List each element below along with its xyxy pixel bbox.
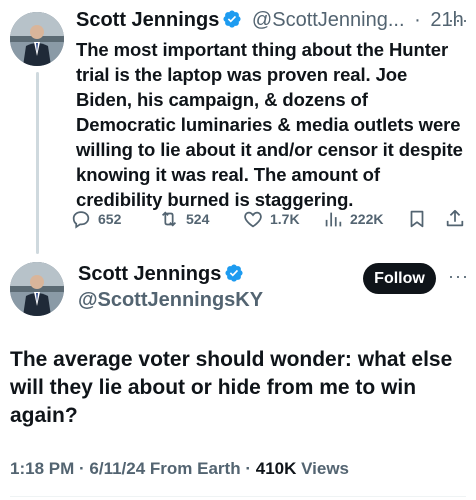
bookmark-button[interactable]	[406, 208, 434, 230]
tweet-text: The most important thing about the Hunte…	[76, 39, 463, 210]
views-icon	[325, 212, 342, 227]
like-count: 1.7K	[270, 211, 300, 227]
share-icon	[446, 209, 464, 227]
repost-icon	[161, 211, 177, 227]
more-options-icon[interactable]: ···	[448, 266, 469, 287]
verified-badge-icon	[222, 9, 242, 29]
share-button[interactable]	[444, 208, 472, 230]
views-button[interactable]: 222K	[322, 208, 383, 230]
tweet-header: Scott Jennings @ScottJenning... · 21h	[76, 9, 464, 32]
like-icon	[244, 211, 262, 228]
views-count: 222K	[350, 211, 384, 227]
author-handle[interactable]: @ScottJenningsKY	[78, 289, 263, 312]
avatar[interactable]	[10, 12, 64, 66]
divider	[10, 496, 466, 497]
author-name-row: Scott Jennings	[78, 263, 244, 286]
separator-dot: ·	[414, 9, 421, 31]
repost-button[interactable]: 524	[158, 208, 209, 230]
follow-button[interactable]: Follow	[363, 263, 436, 294]
like-button[interactable]: 1.7K	[242, 208, 300, 230]
author-handle[interactable]: @ScottJenning...	[252, 9, 405, 31]
reply-button[interactable]: 652	[70, 208, 121, 230]
reply-icon	[72, 211, 90, 229]
views-count: 410K	[255, 459, 297, 478]
tweet-actions: 652 524 1.7K 222K	[70, 208, 470, 238]
author-name[interactable]: Scott Jennings	[78, 263, 221, 285]
tweet-time[interactable]: 1:18 PM	[10, 459, 74, 478]
thread-line	[36, 72, 39, 254]
repost-count: 524	[186, 211, 210, 227]
reply-count: 652	[98, 211, 122, 227]
bookmark-icon	[410, 210, 424, 228]
avatar[interactable]	[10, 262, 64, 316]
verified-badge-icon	[224, 263, 244, 283]
views-label: Views	[301, 459, 349, 478]
author-name[interactable]: Scott Jennings	[76, 9, 219, 31]
tweet-source: From Earth	[149, 459, 241, 478]
tweet-meta: 1:18 PM · 6/11/24 From Earth · 410K View…	[10, 459, 349, 479]
tweet-date[interactable]: 6/11/24	[89, 459, 145, 478]
separator-dot: ·	[78, 459, 85, 478]
more-options-icon[interactable]: ···	[448, 10, 469, 31]
tweet-text: The average voter should wonder: what el…	[10, 348, 453, 427]
separator-dot: ·	[245, 459, 251, 478]
